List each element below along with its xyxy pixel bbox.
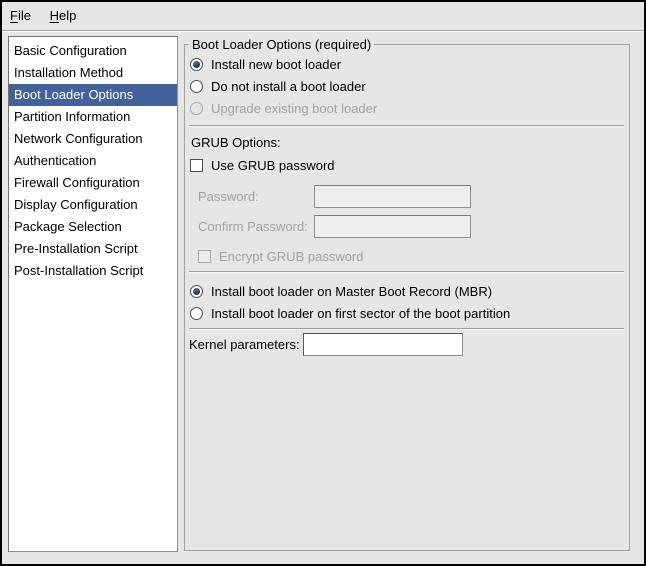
- confirm-password-field: [314, 215, 471, 238]
- radio-install-on-mbr[interactable]: Install boot loader on Master Boot Recor…: [190, 280, 492, 302]
- radio-selected-icon: [190, 285, 203, 298]
- radio-label: Do not install a boot loader: [211, 79, 366, 94]
- menu-file-label: ile: [18, 8, 31, 23]
- checkbox-use-grub-password[interactable]: Use GRUB password: [190, 154, 335, 176]
- menu-bar: File Help: [2, 2, 644, 31]
- radio-label: Upgrade existing boot loader: [211, 101, 377, 116]
- radio-label: Install boot loader on Master Boot Recor…: [211, 284, 492, 299]
- menu-file[interactable]: File: [3, 2, 38, 28]
- radio-selected-icon: [190, 58, 203, 71]
- boot-loader-options-frame: Boot Loader Options (required) Install n…: [184, 44, 630, 551]
- sidebar-item-partition-information[interactable]: Partition Information: [9, 106, 177, 128]
- radio-label: Install new boot loader: [211, 57, 341, 72]
- checkbox-label: Use GRUB password: [211, 158, 335, 173]
- sidebar-item-pre-installation-script[interactable]: Pre-Installation Script: [9, 238, 177, 260]
- checkbox-encrypt-grub-password: Encrypt GRUB password: [198, 245, 364, 267]
- sidebar-item-display-configuration[interactable]: Display Configuration: [9, 194, 177, 216]
- confirm-password-row: Confirm Password:: [198, 215, 308, 238]
- kernel-parameters-field[interactable]: [303, 333, 463, 356]
- radio-unselected-icon: [190, 80, 203, 93]
- password-row: Password:: [198, 185, 259, 208]
- kernel-parameters-label: Kernel parameters:: [189, 337, 300, 352]
- frame-legend: Boot Loader Options (required): [189, 36, 374, 53]
- checkbox-label: Encrypt GRUB password: [219, 249, 364, 264]
- radio-install-new-boot-loader[interactable]: Install new boot loader: [190, 53, 341, 75]
- menu-help-mnemonic: H: [50, 8, 59, 23]
- radio-label: Install boot loader on first sector of t…: [211, 306, 510, 321]
- kernel-parameters-row: Kernel parameters:: [189, 333, 300, 356]
- confirm-password-label: Confirm Password:: [198, 219, 308, 234]
- sidebar-item-network-configuration[interactable]: Network Configuration: [9, 128, 177, 150]
- password-field: [314, 185, 471, 208]
- separator: [189, 125, 624, 126]
- radio-do-not-install-boot-loader[interactable]: Do not install a boot loader: [190, 75, 366, 97]
- menu-file-mnemonic: F: [10, 8, 18, 23]
- radio-unselected-icon: [190, 307, 203, 320]
- checkbox-unchecked-icon: [190, 159, 203, 172]
- sidebar-item-package-selection[interactable]: Package Selection: [9, 216, 177, 238]
- sidebar-item-firewall-configuration[interactable]: Firewall Configuration: [9, 172, 177, 194]
- sidebar-item-installation-method[interactable]: Installation Method: [9, 62, 177, 84]
- sidebar-item-authentication[interactable]: Authentication: [9, 150, 177, 172]
- checkbox-disabled-icon: [198, 250, 211, 263]
- kickstart-configurator-window: File Help Basic Configuration Installati…: [0, 0, 646, 566]
- sidebar-item-basic-configuration[interactable]: Basic Configuration: [9, 40, 177, 62]
- grub-options-label: GRUB Options:: [191, 135, 281, 150]
- category-list: Basic Configuration Installation Method …: [8, 36, 178, 552]
- menu-help-label: elp: [59, 8, 76, 23]
- menu-help[interactable]: Help: [43, 2, 84, 28]
- radio-install-on-first-sector[interactable]: Install boot loader on first sector of t…: [190, 302, 510, 324]
- sidebar-item-post-installation-script[interactable]: Post-Installation Script: [9, 260, 177, 282]
- radio-disabled-icon: [190, 102, 203, 115]
- password-label: Password:: [198, 189, 259, 204]
- radio-upgrade-existing-boot-loader: Upgrade existing boot loader: [190, 97, 377, 119]
- separator: [189, 328, 624, 329]
- sidebar-item-boot-loader-options[interactable]: Boot Loader Options: [9, 84, 177, 106]
- separator: [189, 271, 624, 272]
